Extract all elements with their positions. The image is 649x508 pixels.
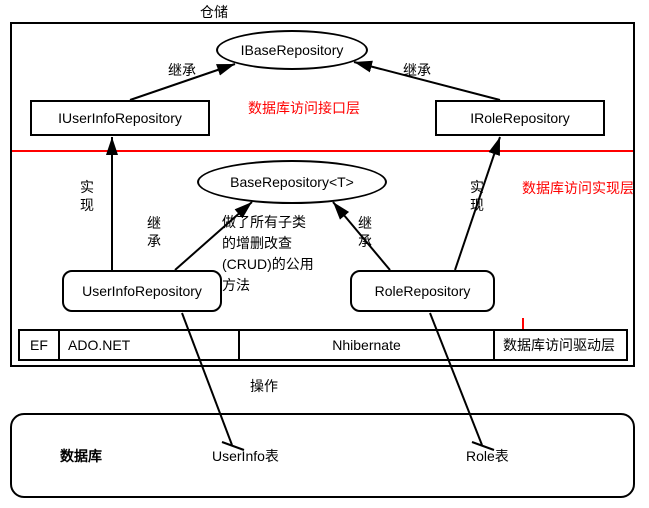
edge-inherit-right-lower-label: 继 承 bbox=[358, 214, 372, 250]
node-ibase-repository: IBaseRepository bbox=[216, 30, 368, 70]
driver-adonet-cell: ADO.NET bbox=[60, 331, 240, 359]
op-label: 操作 bbox=[250, 378, 278, 395]
node-base-label: BaseRepository<T> bbox=[230, 174, 354, 190]
layer-divider bbox=[12, 150, 633, 152]
edge-inherit-right-label: 继承 bbox=[403, 62, 431, 79]
database-box bbox=[10, 413, 635, 498]
driver-ef-cell: EF bbox=[20, 331, 60, 359]
base-note: 做了所有子类 的增删改查 (CRUD)的公用 方法 bbox=[222, 212, 314, 296]
database-label: 数据库 bbox=[60, 448, 102, 465]
driver-nhibernate-cell: Nhibernate bbox=[240, 331, 495, 359]
edge-impl-right-label: 实 现 bbox=[470, 178, 484, 214]
edge-inherit-left-lower-label: 继 承 bbox=[147, 214, 161, 250]
title-label: 仓储 bbox=[200, 4, 228, 21]
userinfo-table-label: UserInfo表 bbox=[212, 448, 279, 465]
node-irole-label: IRoleRepository bbox=[470, 110, 570, 126]
diagram-canvas: 仓储 IBaseRepository IUserInfoRepository I… bbox=[0, 0, 649, 508]
driver-layer-label: 数据库访问驱动层 bbox=[495, 331, 626, 359]
edge-inherit-left-label: 继承 bbox=[168, 62, 196, 79]
node-user-label: UserInfoRepository bbox=[82, 283, 202, 299]
node-irole-repository: IRoleRepository bbox=[435, 100, 605, 136]
node-user-repository: UserInfoRepository bbox=[62, 270, 222, 312]
node-base-repository: BaseRepository<T> bbox=[197, 160, 387, 204]
impl-layer-label: 数据库访问实现层 bbox=[522, 180, 634, 197]
node-role-label: RoleRepository bbox=[375, 283, 471, 299]
node-ibase-label: IBaseRepository bbox=[241, 42, 344, 58]
node-iuser-repository: IUserInfoRepository bbox=[30, 100, 210, 136]
driver-layer-row: EF ADO.NET Nhibernate 数据库访问驱动层 bbox=[18, 329, 628, 361]
interface-layer-label: 数据库访问接口层 bbox=[248, 100, 360, 117]
role-table-label: Role表 bbox=[466, 448, 509, 465]
node-role-repository: RoleRepository bbox=[350, 270, 495, 312]
edge-impl-left-label: 实 现 bbox=[80, 178, 94, 214]
node-iuser-label: IUserInfoRepository bbox=[58, 110, 182, 126]
